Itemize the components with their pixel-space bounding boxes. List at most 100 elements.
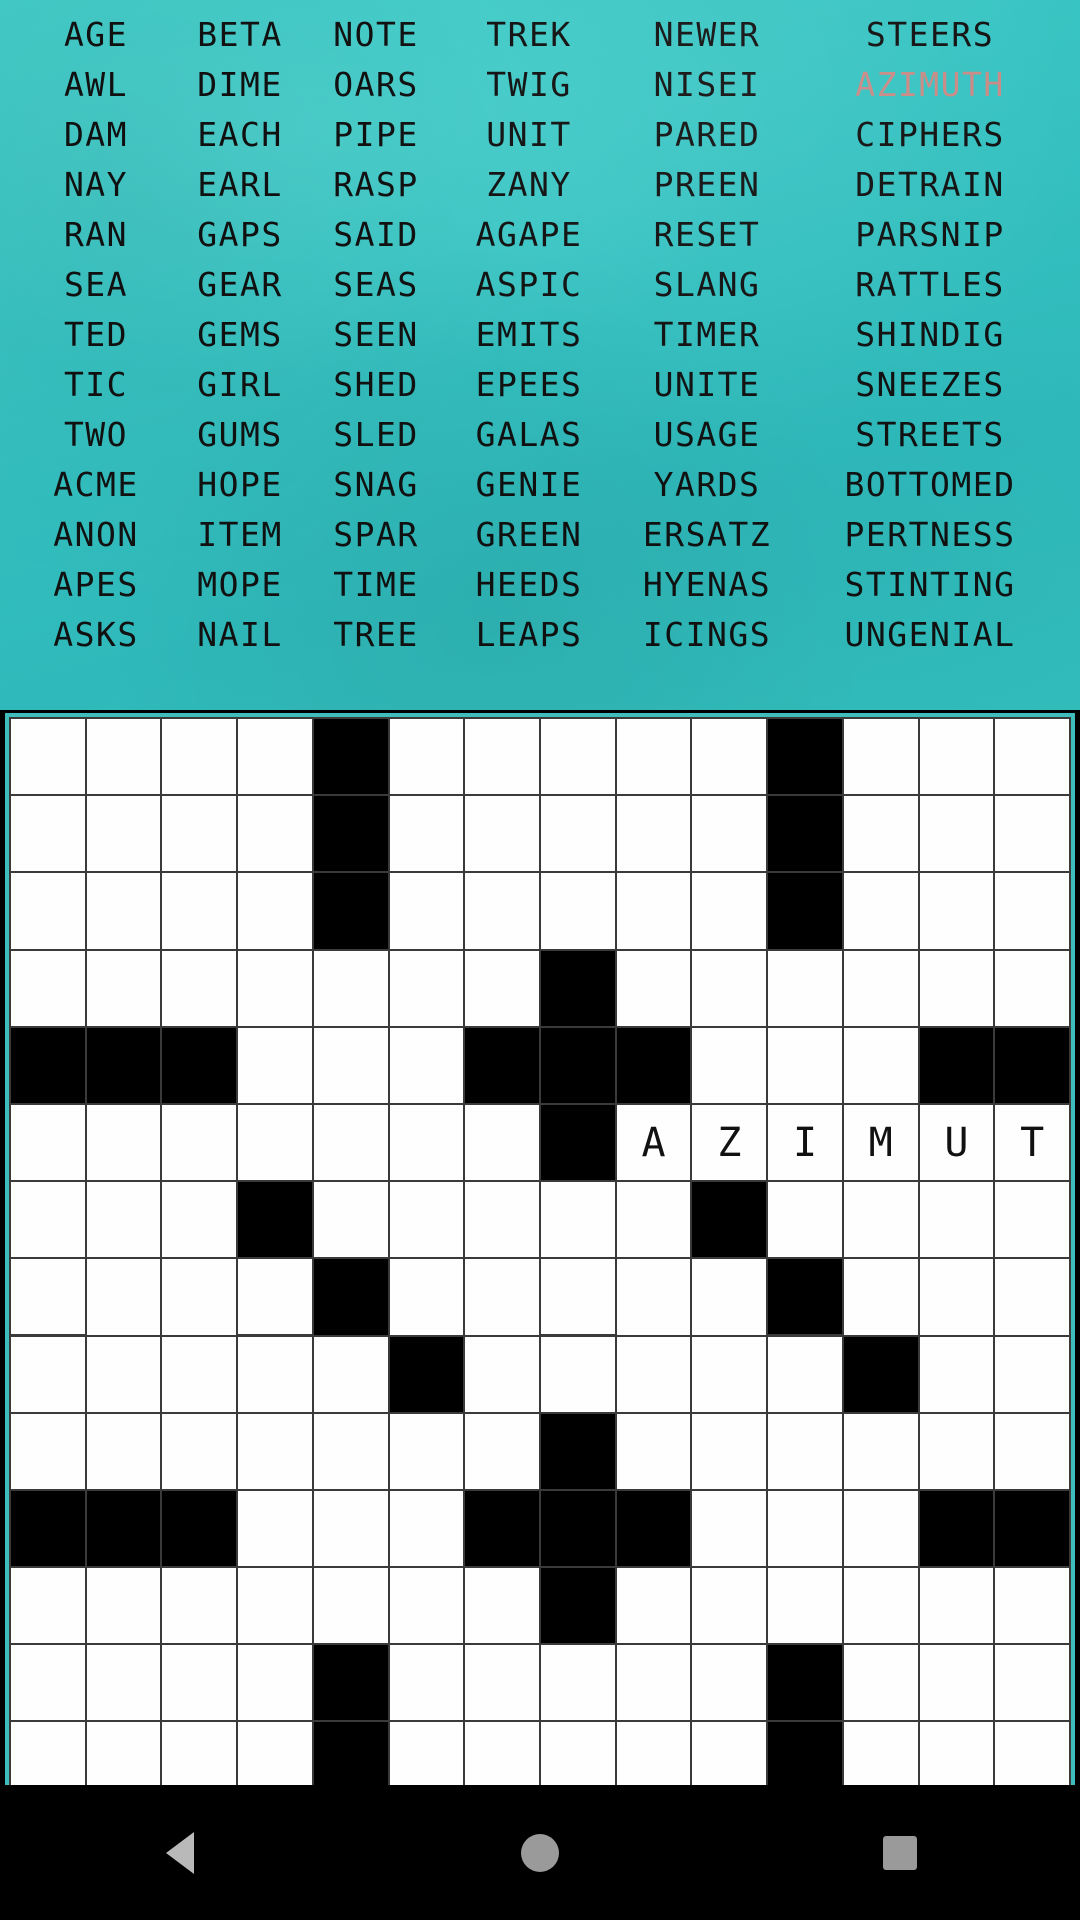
- grid-cell[interactable]: Z: [692, 1104, 767, 1181]
- grid-cell[interactable]: I: [768, 1104, 842, 1181]
- grid-cell[interactable]: [162, 1645, 237, 1721]
- grid-cell[interactable]: [843, 873, 918, 949]
- grid-cell[interactable]: [843, 1259, 918, 1335]
- grid-cell[interactable]: [389, 1182, 464, 1258]
- grid-cell[interactable]: [919, 1259, 994, 1335]
- grid-cell[interactable]: [465, 1645, 539, 1721]
- grid-cell[interactable]: [692, 1568, 767, 1644]
- grid-cell[interactable]: [995, 1568, 1069, 1644]
- back-button[interactable]: [120, 1785, 240, 1920]
- recents-button[interactable]: [840, 1785, 960, 1920]
- grid-cell[interactable]: A: [616, 1104, 691, 1181]
- grid-cell[interactable]: [162, 796, 237, 872]
- grid-cell[interactable]: [313, 1336, 388, 1412]
- grid-cell[interactable]: [162, 1568, 237, 1644]
- grid-cell[interactable]: [11, 1645, 85, 1721]
- grid-cell[interactable]: [11, 1336, 85, 1412]
- grid-cell[interactable]: [541, 1336, 615, 1412]
- grid-cell[interactable]: [616, 1336, 691, 1412]
- grid-cell[interactable]: [995, 1336, 1069, 1412]
- grid-cell[interactable]: [616, 796, 691, 872]
- grid-cell[interactable]: [86, 796, 161, 872]
- grid-cell[interactable]: [162, 719, 237, 795]
- grid-cell[interactable]: [541, 873, 615, 949]
- grid-cell[interactable]: [919, 873, 994, 949]
- grid-cell[interactable]: [919, 1568, 994, 1644]
- grid-cell[interactable]: [465, 719, 539, 795]
- grid-cell[interactable]: [389, 1645, 464, 1721]
- grid-cell[interactable]: [389, 873, 464, 949]
- grid-cell[interactable]: [995, 1259, 1069, 1335]
- grid-cell[interactable]: [541, 1645, 615, 1721]
- grid-cell[interactable]: [995, 1413, 1069, 1489]
- grid-cell[interactable]: [162, 1336, 237, 1412]
- grid-cell[interactable]: [11, 873, 85, 949]
- grid-cell[interactable]: [313, 1104, 388, 1181]
- grid-cell[interactable]: [389, 1490, 464, 1567]
- grid-cell[interactable]: [11, 1104, 85, 1181]
- grid-cell[interactable]: [692, 1259, 767, 1335]
- crossword-grid-container[interactable]: AZIMUT: [5, 713, 1075, 1881]
- grid-cell[interactable]: [919, 1182, 994, 1258]
- grid-cell[interactable]: [768, 1182, 842, 1258]
- grid-cell[interactable]: [843, 1568, 918, 1644]
- grid-cell[interactable]: [616, 719, 691, 795]
- grid-cell[interactable]: [541, 719, 615, 795]
- grid-cell[interactable]: [692, 796, 767, 872]
- grid-cell[interactable]: [389, 1568, 464, 1644]
- grid-cell[interactable]: [616, 1259, 691, 1335]
- grid-cell[interactable]: [919, 1645, 994, 1721]
- grid-cell[interactable]: [692, 873, 767, 949]
- grid-cell[interactable]: [919, 1413, 994, 1489]
- grid-cell[interactable]: [238, 1645, 312, 1721]
- grid-cell[interactable]: [86, 1413, 161, 1489]
- grid-cell[interactable]: [11, 950, 85, 1026]
- grid-cell[interactable]: [843, 1027, 918, 1103]
- grid-cell[interactable]: [692, 719, 767, 795]
- grid-cell[interactable]: [389, 1259, 464, 1335]
- grid-cell[interactable]: [995, 719, 1069, 795]
- grid-cell[interactable]: [238, 796, 312, 872]
- grid-cell[interactable]: T: [995, 1104, 1069, 1181]
- grid-cell[interactable]: [86, 1104, 161, 1181]
- grid-cell[interactable]: [919, 1336, 994, 1412]
- grid-cell[interactable]: [313, 1413, 388, 1489]
- grid-cell[interactable]: [919, 719, 994, 795]
- grid-cell[interactable]: [995, 1645, 1069, 1721]
- grid-cell[interactable]: [768, 1490, 842, 1567]
- grid-cell[interactable]: [465, 796, 539, 872]
- grid-cell[interactable]: [768, 1413, 842, 1489]
- grid-cell[interactable]: [86, 1259, 161, 1335]
- grid-cell[interactable]: [11, 719, 85, 795]
- grid-cell[interactable]: [843, 1490, 918, 1567]
- grid-cell[interactable]: [238, 1568, 312, 1644]
- grid-cell[interactable]: [313, 1568, 388, 1644]
- grid-cell[interactable]: [11, 796, 85, 872]
- grid-cell[interactable]: [843, 1413, 918, 1489]
- grid-cell[interactable]: [86, 873, 161, 949]
- grid-cell[interactable]: [541, 796, 615, 872]
- grid-cell[interactable]: [616, 873, 691, 949]
- grid-cell[interactable]: [11, 1259, 85, 1335]
- grid-cell[interactable]: [389, 1413, 464, 1489]
- grid-cell[interactable]: [616, 950, 691, 1026]
- grid-cell[interactable]: [692, 1336, 767, 1412]
- grid-cell[interactable]: [919, 796, 994, 872]
- grid-cell[interactable]: [11, 1568, 85, 1644]
- grid-cell[interactable]: [238, 950, 312, 1026]
- grid-cell[interactable]: [768, 950, 842, 1026]
- grid-cell[interactable]: M: [843, 1104, 918, 1181]
- grid-cell[interactable]: [389, 1027, 464, 1103]
- grid-cell[interactable]: [843, 1645, 918, 1721]
- grid-cell[interactable]: [86, 1568, 161, 1644]
- grid-cell[interactable]: [86, 1336, 161, 1412]
- grid-cell[interactable]: [616, 1413, 691, 1489]
- grid-cell[interactable]: [389, 1104, 464, 1181]
- grid-cell[interactable]: [162, 1413, 237, 1489]
- grid-cell[interactable]: [238, 1490, 312, 1567]
- grid-cell[interactable]: [389, 719, 464, 795]
- grid-cell[interactable]: [616, 1568, 691, 1644]
- grid-cell[interactable]: [843, 719, 918, 795]
- grid-cell[interactable]: [768, 1336, 842, 1412]
- grid-cell[interactable]: [238, 1413, 312, 1489]
